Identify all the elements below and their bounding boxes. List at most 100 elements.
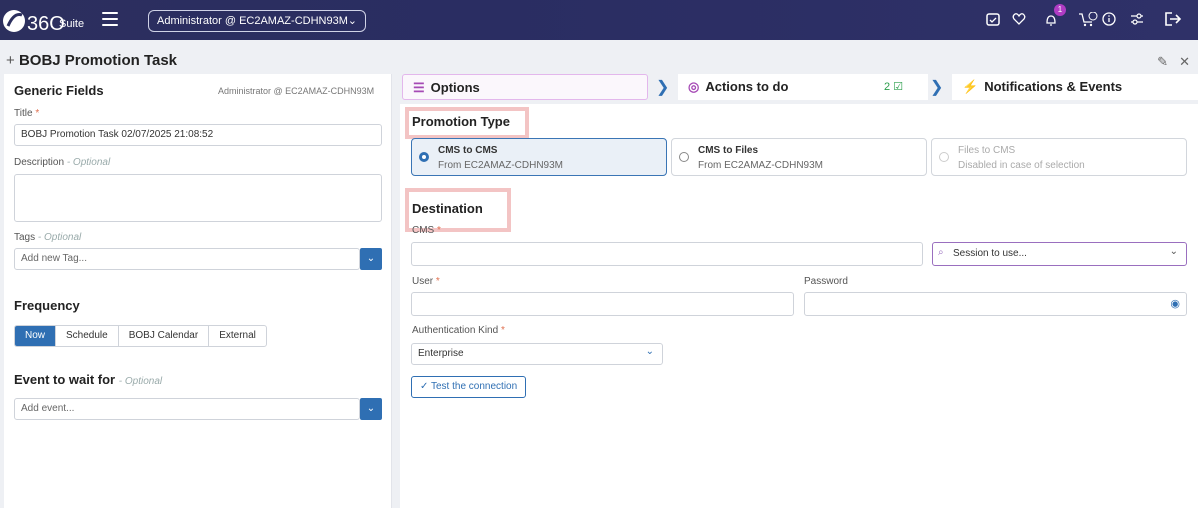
check-icon: ✓ [420, 381, 429, 392]
frequency-heading: Frequency [14, 298, 80, 313]
calendar-check-button[interactable] [986, 8, 1006, 30]
page-title: + BOBJ Promotion Task [6, 52, 177, 69]
optional-marker: - Optional [118, 376, 163, 387]
chevron-right-icon: ❯ [656, 79, 670, 96]
chevron-down-icon: ⌄ [645, 346, 654, 357]
tab-actions-label: Actions to do [705, 79, 789, 94]
description-label: Description - Optional [14, 157, 110, 168]
logo-suite-text: Suite [59, 18, 85, 30]
promotion-option-cms-to-cms[interactable]: CMS to CMS From EC2AMAZ-CDHN93M [411, 138, 667, 176]
tags-label-text: Tags [14, 232, 36, 243]
auth-kind-select[interactable]: Enterprise ⌄ [411, 343, 663, 365]
frequency-option-external[interactable]: External [209, 326, 266, 346]
options-content: Promotion Type CMS to CMS From EC2AMAZ-C… [400, 104, 1198, 508]
chevron-down-icon: ⌄ [366, 253, 376, 264]
chevron-right-icon: ❯ [930, 79, 944, 96]
user-input[interactable] [411, 292, 794, 316]
test-connection-button[interactable]: ✓ Test the connection [411, 376, 527, 398]
settings-button[interactable] [1130, 8, 1150, 30]
session-select[interactable]: ⌕ Session to use... ⌄ [932, 242, 1187, 266]
chevron-down-icon: ⌄ [1169, 246, 1178, 257]
edit-icon[interactable]: ✎ [1157, 54, 1168, 69]
chevron-down-icon: ⌄ [366, 403, 376, 414]
cms-input[interactable] [411, 242, 923, 266]
notifications-button[interactable]: 1 [1044, 4, 1066, 30]
session-icon: ⌕ [938, 247, 944, 258]
info-button[interactable] [1102, 8, 1122, 30]
close-icon[interactable]: ✕ [1179, 54, 1190, 69]
title-actions: ✎ ✕ [1149, 54, 1190, 70]
event-dropdown-button[interactable]: ⌄ [360, 398, 382, 420]
description-textarea[interactable] [14, 174, 382, 222]
hamburger-icon-bar [102, 18, 118, 20]
option-subtitle: From EC2AMAZ-CDHN93M [698, 160, 824, 171]
required-marker: * [500, 325, 505, 336]
app-logo[interactable]: 36O Suite [2, 6, 88, 36]
auth-kind-label-text: Authentication Kind [412, 325, 499, 336]
promotion-type-heading: Promotion Type [412, 114, 510, 129]
event-heading-text: Event to wait for [14, 372, 116, 387]
info-icon [1102, 12, 1116, 26]
heart-icon [1012, 13, 1026, 25]
chip-icon: ◎ [688, 79, 700, 94]
tab-options[interactable]: ☰ Options [402, 74, 648, 100]
test-connection-label: Test the connection [431, 381, 518, 392]
event-heading: Event to wait for - Optional [14, 372, 162, 387]
favorites-button[interactable] [1012, 8, 1032, 30]
calendar-check-icon [986, 13, 1000, 26]
chevron-down-icon: ⌄ [347, 15, 357, 27]
notification-badge: 1 [1054, 4, 1066, 16]
lightning-icon: ⚡ [962, 79, 979, 94]
promotion-option-cms-to-files[interactable]: CMS to Files From EC2AMAZ-CDHN93M [671, 138, 927, 176]
frequency-option-schedule[interactable]: Schedule [56, 326, 119, 346]
radio-selected-icon [419, 152, 429, 162]
user-label: User * [412, 276, 440, 287]
auth-kind-value: Enterprise [418, 348, 464, 359]
menu-toggle-button[interactable] [102, 12, 118, 26]
optional-marker: - Optional [66, 157, 111, 168]
password-label: Password [804, 276, 848, 287]
settings-icon [1131, 13, 1143, 25]
check-square-icon: ☑ [893, 81, 904, 93]
user-server-select[interactable]: Administrator @ EC2AMAZ-CDHN93M ⌄ [148, 10, 366, 32]
required-marker: * [435, 276, 440, 287]
tags-input[interactable]: Add new Tag... [14, 248, 360, 270]
eye-icon[interactable]: ◉ [1170, 297, 1180, 310]
hamburger-icon-bar [102, 12, 118, 14]
top-navigation-bar: 36O Suite Administrator @ EC2AMAZ-CDHN93… [0, 0, 1198, 40]
frequency-option-now[interactable]: Now [15, 326, 57, 346]
description-label-text: Description [14, 157, 65, 168]
title-label-text: Title [14, 108, 33, 119]
title-label: Title * [14, 108, 39, 119]
required-marker: * [437, 225, 441, 236]
option-title: CMS to CMS [438, 145, 498, 156]
options-list-icon: ☰ [413, 80, 425, 95]
required-marker: * [35, 108, 40, 119]
event-input[interactable]: Add event... [14, 398, 360, 420]
tags-dropdown-button[interactable]: ⌄ [360, 248, 382, 270]
radio-icon [679, 152, 689, 162]
destination-heading: Destination [412, 201, 483, 216]
actions-count: 2 [884, 81, 891, 93]
radio-disabled-icon [939, 152, 949, 162]
cms-label: CMS * [412, 225, 441, 236]
tab-notifications-label: Notifications & Events [984, 79, 1123, 94]
generic-fields-panel: Generic Fields Administrator @ EC2AMAZ-C… [4, 74, 392, 508]
cart-icon [1079, 11, 1098, 27]
tab-options-label: Options [430, 80, 480, 95]
logout-button[interactable] [1164, 8, 1184, 30]
tab-notifications[interactable]: ⚡ Notifications & Events [952, 74, 1198, 100]
optional-marker: - Optional [37, 232, 82, 243]
option-subtitle: Disabled in case of selection [958, 160, 1085, 171]
frequency-option-bobj-calendar[interactable]: BOBJ Calendar [119, 326, 210, 346]
title-input[interactable]: BOBJ Promotion Task 02/07/2025 21:08:52 [14, 124, 382, 146]
actions-count-badge: 2 ☑ [884, 80, 903, 93]
password-input[interactable]: ◉ [804, 292, 1187, 316]
task-options-panel: ☰ Options ❯ ◎ Actions to do 2 ☑ ❯ ⚡ Notific… [400, 74, 1198, 508]
logout-icon [1165, 12, 1182, 26]
cart-button[interactable] [1078, 8, 1098, 30]
option-subtitle: From EC2AMAZ-CDHN93M [438, 160, 564, 171]
auth-kind-label: Authentication Kind * [412, 325, 505, 336]
generic-user-label: Administrator @ EC2AMAZ-CDHN93M [218, 86, 375, 96]
option-title: Files to CMS [958, 145, 1016, 156]
